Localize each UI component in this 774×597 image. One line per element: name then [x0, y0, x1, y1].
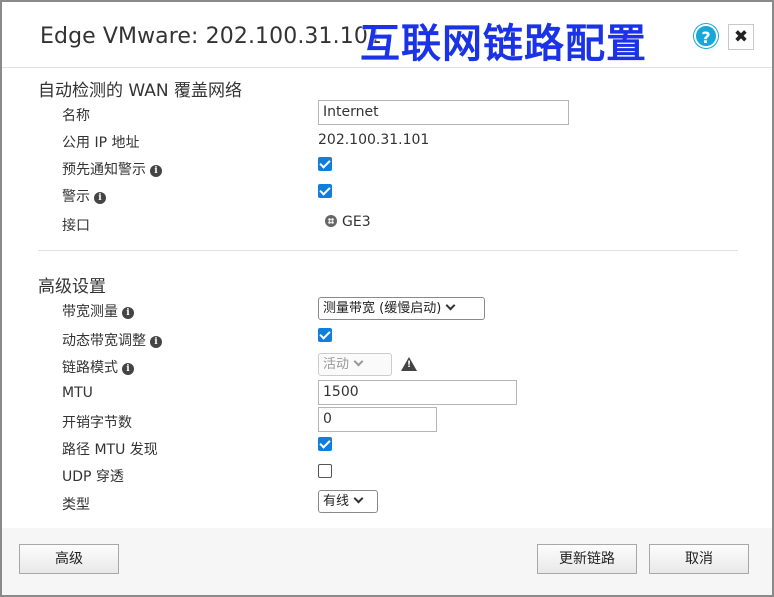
banner-caption: 互联网链路配置 [360, 21, 647, 67]
dynamic-bw-row: 动态带宽调整 i [62, 330, 162, 350]
mtu-label: MTU [62, 385, 93, 401]
interface-label: 接口 [62, 218, 90, 234]
interface-icon [325, 215, 337, 227]
info-icon[interactable]: i [94, 192, 106, 204]
chevron-down-icon [353, 356, 364, 367]
bandwidth-select[interactable]: 测量带宽 (缓慢启动) [318, 297, 485, 320]
name-input[interactable]: Internet [318, 100, 569, 125]
dynamic-bw-checkbox[interactable] [318, 328, 332, 342]
public-ip-value: 202.100.31.101 [318, 132, 430, 148]
info-icon[interactable]: i [150, 336, 162, 348]
link-mode-select-value: 活动 [323, 357, 350, 372]
dialog-body: 自动检测的 WAN 覆盖网络 名称 Internet 公用 IP 地址 202.… [2, 68, 772, 528]
path-mtu-label: 路径 MTU 发现 [62, 442, 158, 458]
close-button[interactable]: ✖ [728, 24, 754, 50]
alert-row: 警示 i [62, 186, 106, 206]
section-divider [38, 250, 738, 251]
overhead-input[interactable]: 0 [318, 407, 437, 432]
dialog-header: Edge VMware: 202.100.31.101 互联网链路配置 ? ✖ [2, 2, 772, 68]
link-config-dialog: Edge VMware: 202.100.31.101 互联网链路配置 ? ✖ … [0, 0, 774, 597]
cancel-button[interactable]: 取消 [649, 544, 749, 574]
info-icon[interactable]: i [122, 363, 134, 375]
info-icon[interactable]: i [150, 165, 162, 177]
dynamic-bw-label: 动态带宽调整 [62, 333, 146, 349]
type-label: 类型 [62, 497, 90, 513]
name-label: 名称 [62, 108, 90, 124]
help-icon[interactable]: ? [694, 24, 718, 48]
path-mtu-checkbox[interactable] [318, 437, 332, 451]
pre-notify-label: 预先通知警示 [62, 162, 146, 178]
udp-label: UDP 穿透 [62, 469, 124, 485]
advanced-button[interactable]: 高级 [19, 544, 119, 574]
warning-icon: ! [401, 357, 417, 371]
alert-label: 警示 [62, 189, 90, 205]
bandwidth-row: 带宽测量 i [62, 301, 134, 321]
type-select[interactable]: 有线 [318, 490, 378, 513]
update-link-button[interactable]: 更新链路 [537, 544, 637, 574]
mtu-input[interactable]: 1500 [318, 380, 517, 405]
link-mode-label: 链路模式 [62, 360, 118, 376]
bandwidth-select-value: 测量带宽 (缓慢启动) [323, 301, 442, 316]
dialog-footer: 高级 更新链路 取消 [2, 528, 772, 595]
pre-notify-checkbox[interactable] [318, 157, 332, 171]
overhead-label: 开销字节数 [62, 415, 132, 431]
bandwidth-label: 带宽测量 [62, 304, 118, 320]
chevron-down-icon [445, 300, 456, 311]
section-title-auto-wan: 自动检测的 WAN 覆盖网络 [38, 81, 243, 101]
link-mode-select[interactable]: 活动 [318, 353, 392, 376]
info-icon[interactable]: i [122, 307, 134, 319]
public-ip-label: 公用 IP 地址 [62, 135, 140, 151]
interface-value-wrap: GE3 [325, 214, 371, 230]
section-title-advanced: 高级设置 [38, 277, 106, 297]
dialog-title: Edge VMware: 202.100.31.101 [40, 24, 383, 49]
pre-notify-row: 预先通知警示 i [62, 159, 162, 179]
link-mode-row: 链路模式 i [62, 357, 134, 377]
alert-checkbox[interactable] [318, 184, 332, 198]
udp-checkbox[interactable] [318, 464, 332, 478]
chevron-down-icon [353, 493, 364, 504]
interface-value: GE3 [342, 214, 371, 230]
type-select-value: 有线 [323, 494, 350, 509]
